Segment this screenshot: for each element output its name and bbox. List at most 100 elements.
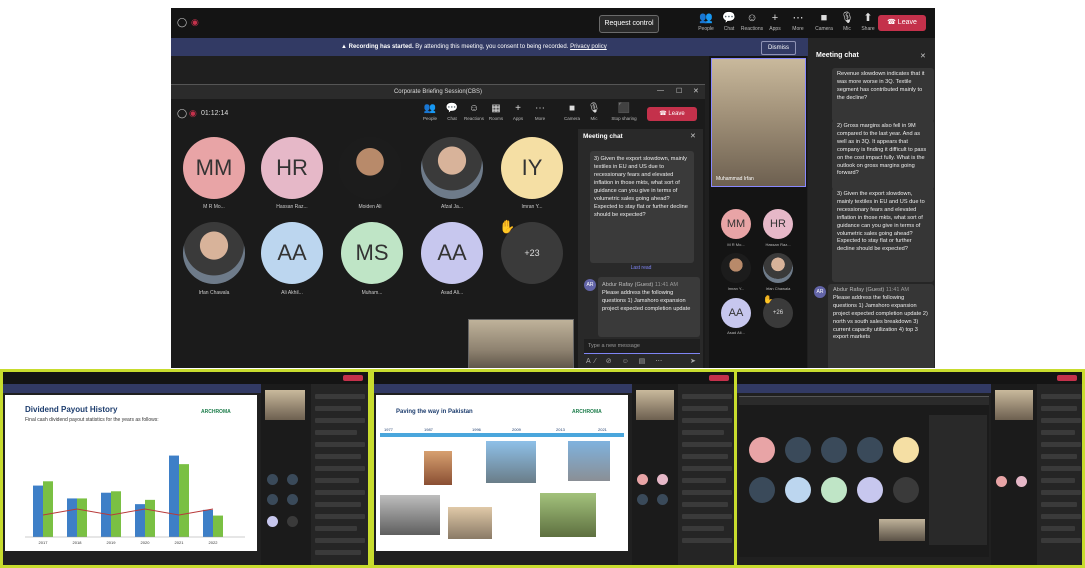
sender-avatar: AR	[584, 279, 596, 291]
list-item	[682, 406, 728, 411]
shared-meeting-window: Corporate Briefing Session(CBS) — ☐ ✕ ◯ …	[171, 84, 705, 368]
leave-button[interactable]: ☎ Leave	[878, 15, 926, 31]
request-control-button[interactable]: Request control	[599, 15, 659, 33]
leave-button[interactable]	[343, 375, 363, 381]
apps-button[interactable]: + Apps	[507, 103, 529, 122]
more-button[interactable]: ⋯ More	[529, 103, 551, 122]
list-item	[315, 478, 359, 483]
rooms-button[interactable]: ▦ Rooms	[485, 103, 507, 122]
chart-x-tick-label: 2022	[209, 540, 219, 545]
participant-avatar[interactable]: AA	[721, 298, 751, 328]
list-item	[682, 442, 732, 447]
list-item	[682, 514, 732, 519]
shield-icon: ◯	[177, 108, 188, 118]
privacy-policy-link[interactable]: Privacy policy	[570, 44, 607, 50]
camera-button[interactable]: ■ Camera	[561, 103, 583, 122]
chat-message: Abdur Rafay (Guest) 11:41 AM Please addr…	[598, 277, 700, 337]
chat-message: 3) Given the export slowdown, mainly tex…	[590, 151, 694, 263]
list-item	[682, 454, 728, 459]
chart-x-tick-label: 2017	[39, 540, 49, 545]
participant-photo[interactable]	[339, 137, 401, 199]
reactions-button[interactable]: ☺ Reactions	[463, 103, 485, 122]
dismiss-button[interactable]: Dismiss	[761, 41, 796, 55]
participant-name: Asad Ali...	[727, 330, 745, 335]
list-item	[315, 430, 357, 435]
mini-top-bar	[737, 372, 1082, 384]
list-item	[1041, 490, 1081, 495]
leave-button[interactable]: ☎ Leave	[647, 107, 697, 121]
list-item	[1041, 454, 1077, 459]
participant-photo	[287, 474, 298, 485]
inner-window-title	[739, 397, 989, 405]
speaker-video[interactable]: Muhammad Irfan	[711, 58, 806, 187]
list-item	[1041, 442, 1081, 447]
timeline-year: 2021	[598, 427, 607, 432]
chart-x-tick-label: 2019	[107, 540, 117, 545]
participant-photo[interactable]	[421, 137, 483, 199]
participant-avatar[interactable]: IY	[501, 137, 563, 199]
chat-input[interactable]: Type a new message	[584, 339, 700, 354]
close-icon[interactable]: ✕	[920, 52, 926, 60]
recording-banner	[737, 384, 992, 393]
participant-avatar	[857, 477, 883, 503]
list-item	[1041, 538, 1081, 543]
chat-button[interactable]: 💬 Chat	[441, 103, 463, 122]
list-item	[1041, 430, 1075, 435]
chart-x-tick-label: 2020	[141, 540, 151, 545]
close-icon[interactable]: ✕	[693, 87, 699, 95]
participant-avatar	[657, 474, 668, 485]
participant-photo	[785, 437, 811, 463]
recording-banner	[3, 384, 303, 393]
leave-button[interactable]	[1057, 375, 1077, 381]
building-photo	[540, 493, 596, 537]
minimize-icon[interactable]: —	[657, 87, 664, 94]
list-item	[682, 502, 728, 507]
more-participants-tile	[287, 516, 298, 527]
format-icon[interactable]: A⁄ ⊘ ☺ ▤ ⋯	[586, 357, 666, 365]
participant-avatar[interactable]: HR	[763, 209, 793, 239]
mic-button[interactable]: 🎙 Mic	[583, 103, 605, 122]
more-icon: ⋯	[535, 103, 545, 114]
list-item	[682, 538, 732, 543]
participant-avatar[interactable]: HR	[261, 137, 323, 199]
participant-avatar[interactable]: MM	[183, 137, 245, 199]
participant-avatar[interactable]: MM	[721, 209, 751, 239]
participant-column	[991, 384, 1037, 565]
screenshot-pakistan-slide: Paving the way in Pakistan ARCHROMA 1977…	[371, 369, 737, 568]
list-item	[1041, 418, 1081, 423]
close-icon[interactable]: ✕	[690, 132, 696, 140]
list-item	[682, 466, 732, 471]
participant-avatar[interactable]: MS	[341, 222, 403, 284]
more-button[interactable]: ⋯ More	[785, 11, 811, 37]
slide-title: Paving the way in Pakistan	[396, 409, 473, 415]
raised-hand-icon: ✋	[763, 295, 773, 304]
self-video-preview	[879, 519, 925, 541]
participant-photo	[657, 494, 668, 505]
people-button[interactable]: 👥 People	[419, 103, 441, 122]
participant-photo	[267, 474, 278, 485]
shared-slide: Paving the way in Pakistan ARCHROMA 1977…	[376, 395, 628, 551]
participant-photo	[749, 477, 775, 503]
list-item	[315, 526, 357, 531]
chart-bar-payout	[179, 464, 189, 537]
maximize-icon[interactable]: ☐	[676, 87, 682, 95]
participant-avatar	[637, 474, 648, 485]
participant-photo[interactable]	[763, 253, 793, 283]
participant-name: Hassan Raz...	[276, 204, 308, 210]
send-icon[interactable]: ➤	[690, 357, 696, 365]
participant-photo[interactable]	[183, 222, 245, 284]
meeting-timer: 01:12:14	[201, 110, 229, 117]
mic-icon: 🎙	[587, 103, 601, 114]
inner-toolbar: ◯ ◉ 01:12:14 👥 People 💬 Chat ☺ Reactions ▦ R…	[171, 99, 705, 129]
participant-photo[interactable]	[721, 253, 751, 283]
participant-avatar[interactable]: AA	[261, 222, 323, 284]
phone-icon: ☎	[887, 19, 898, 26]
leave-button[interactable]	[709, 375, 729, 381]
participant-photo	[637, 494, 648, 505]
list-item	[315, 550, 361, 555]
participant-avatar[interactable]: AA	[421, 222, 483, 284]
speaker-video	[265, 390, 305, 420]
self-video-preview[interactable]	[468, 319, 574, 368]
stop-sharing-button[interactable]: ⬛ Stop sharing	[607, 103, 641, 122]
chart-x-tick-label: 2021	[175, 540, 185, 545]
